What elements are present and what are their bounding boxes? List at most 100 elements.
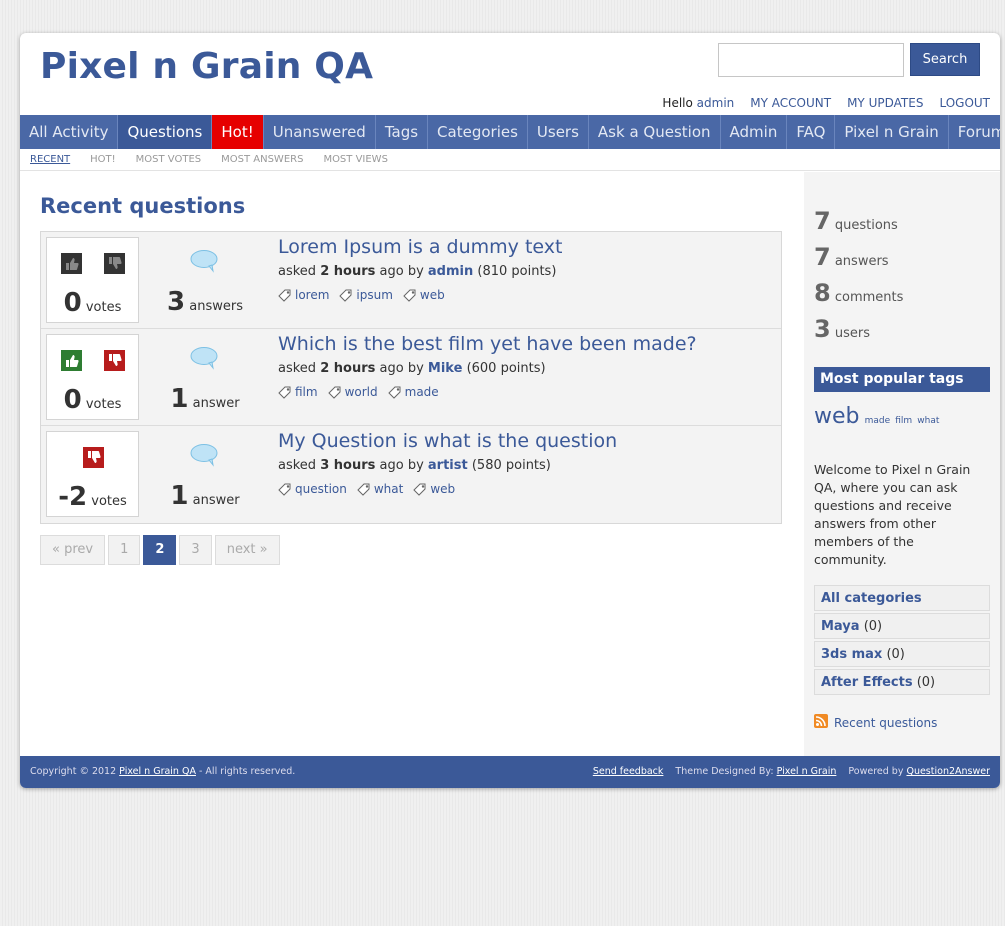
tag-cloud: web made film what [814,404,939,429]
search-button[interactable]: Search [910,43,980,76]
question-item: 0 votes 3 answers Lorem Ipsum is a dummy… [41,232,781,329]
stat-label: users [834,326,870,341]
nav-categories[interactable]: Categories [428,115,528,149]
nav-faq[interactable]: FAQ [787,115,836,149]
theme-label: Theme Designed By: [675,766,774,777]
nav-admin[interactable]: Admin [721,115,788,149]
pager-page-1[interactable]: 1 [108,535,141,565]
vote-down-icon[interactable] [83,447,104,468]
tag-cloud-link[interactable]: web [814,404,860,429]
rss-icon[interactable] [814,714,828,731]
theme-link[interactable]: Pixel n Grain [777,766,837,777]
tag-cloud-link[interactable]: what [917,416,939,426]
answer-box: 1 answer [149,431,261,517]
tag-cloud-link[interactable]: film [895,416,912,426]
nav-users[interactable]: Users [528,115,589,149]
tag-icon [278,289,291,302]
question-title-link[interactable]: My Question is what is the question [278,430,778,452]
sub-nav: RECENT HOT! MOST VOTES MOST ANSWERS MOST… [20,149,1000,171]
site-title[interactable]: Pixel n Grain QA [40,46,373,87]
logout-link[interactable]: LOGOUT [939,96,990,110]
tag-link[interactable]: what [357,482,403,496]
current-user-link[interactable]: admin [697,96,735,110]
category-item: All categories [814,585,990,611]
tag-label: web [419,288,445,302]
nav-questions[interactable]: Questions [118,115,213,149]
question-title-link[interactable]: Lorem Ipsum is a dummy text [278,236,778,258]
search-input[interactable] [718,43,904,77]
question-tags: film world made [278,385,778,399]
vote-down-icon[interactable] [104,350,125,371]
author-link[interactable]: admin [428,264,473,279]
ago-by-label: ago by [379,264,424,279]
question-item: -2 votes 1 answer My Question is what is… [41,426,781,523]
tag-link[interactable]: world [327,385,378,399]
category-link[interactable]: Maya [821,619,860,634]
hello-text: Hello admin [662,96,734,110]
answer-box: 1 answer [149,334,261,420]
my-updates-link[interactable]: MY UPDATES [847,96,923,110]
category-link[interactable]: After Effects [821,675,913,690]
category-item: Maya (0) [814,613,990,639]
asked-label: asked [278,361,317,376]
pager-next[interactable]: next » [214,535,280,565]
pager-page-3[interactable]: 3 [179,535,212,565]
answer-count: 3 answers [149,287,261,317]
subnav-hot[interactable]: HOT! [90,154,116,165]
subnav-most-votes[interactable]: MOST VOTES [136,154,201,165]
ago-by-label: ago by [379,458,424,473]
subnav-recent[interactable]: RECENT [30,154,70,165]
category-count: (0) [863,619,883,634]
answer-number: 1 [170,384,189,414]
tag-icon [278,483,291,496]
tag-link[interactable]: film [278,385,318,399]
question-title-link[interactable]: Which is the best film yet have been mad… [278,333,778,355]
tag-link[interactable]: web [413,482,455,496]
nav-forums[interactable]: Forums [949,115,1000,149]
tag-link[interactable]: web [403,288,445,302]
tag-link[interactable]: made [387,385,439,399]
powered-link[interactable]: Question2Answer [906,766,990,777]
nav-ask-question[interactable]: Ask a Question [589,115,721,149]
pager-prev[interactable]: « prev [40,535,106,565]
pager-page-2[interactable]: 2 [143,535,177,565]
category-item: 3ds max (0) [814,641,990,667]
question-meta: asked 2 hours ago by admin (810 points) [278,264,778,279]
vote-box: 0 votes [46,237,139,323]
question-main: My Question is what is the question aske… [278,430,778,496]
powered-credit: Powered by Question2Answer [848,766,990,777]
stat-label: comments [834,290,904,305]
author-link[interactable]: artist [428,458,468,473]
stat-number: 7 [814,243,831,271]
send-feedback-link[interactable]: Send feedback [593,766,664,777]
vote-up-icon[interactable] [61,350,82,371]
hello-label: Hello [662,96,693,110]
nav-pixel-n-grain[interactable]: Pixel n Grain [835,115,949,149]
tag-label: made [404,385,439,399]
tag-link[interactable]: lorem [278,288,329,302]
rss-feed-link[interactable]: Recent questions [834,716,937,730]
powered-label: Powered by [848,766,904,777]
footer-site-link[interactable]: Pixel n Grain QA [119,766,196,777]
asked-when: 3 hours [320,458,376,473]
tag-label: film [295,385,318,399]
tag-cloud-link[interactable]: made [865,416,891,426]
page-frame: Pixel n Grain QA Search Hello admin MY A… [20,33,1000,788]
vote-up-icon[interactable] [61,253,82,274]
author-link[interactable]: Mike [428,361,463,376]
tag-icon [403,289,416,302]
nav-tags[interactable]: Tags [376,115,429,149]
category-link[interactable]: 3ds max [821,647,882,662]
tag-link[interactable]: question [278,482,347,496]
vote-down-icon[interactable] [104,253,125,274]
tag-icon [278,386,291,399]
nav-unanswered[interactable]: Unanswered [264,115,376,149]
nav-all-activity[interactable]: All Activity [20,115,119,149]
tag-link[interactable]: ipsum [339,288,393,302]
my-account-link[interactable]: MY ACCOUNT [750,96,831,110]
nav-hot[interactable]: Hot! [212,115,264,149]
category-link[interactable]: All categories [821,591,922,606]
subnav-most-answers[interactable]: MOST ANSWERS [221,154,303,165]
subnav-most-views[interactable]: MOST VIEWS [323,154,387,165]
footer: Copyright © 2012 Pixel n Grain QA - All … [20,756,1000,788]
